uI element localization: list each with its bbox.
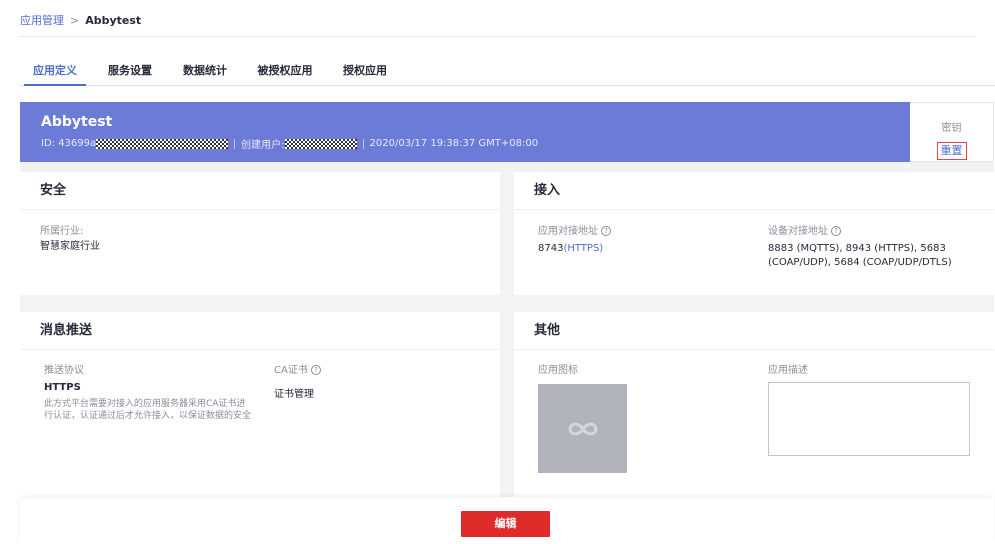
breadcrumb-separator: > <box>70 13 80 27</box>
device-address-label: 设备对接地址? <box>768 225 968 239</box>
access-title: 接入 <box>514 172 994 210</box>
breadcrumb-current: Abbytest <box>85 13 142 27</box>
app-meta: ID: 43699a 创建用户: 2020/03/17 19:38:37 GMT… <box>41 136 910 151</box>
footer-action-bar: 编辑 <box>20 498 994 544</box>
creator-label: 创建用户: <box>241 140 285 151</box>
security-title: 安全 <box>20 172 500 210</box>
app-icon-label: 应用图标 <box>538 365 578 376</box>
created-time: 2020/03/17 19:38:37 GMT+08:00 <box>369 138 539 149</box>
app-id-label: ID: 43699a <box>41 138 97 149</box>
app-description-label: 应用描述 <box>768 365 808 376</box>
secret-key-label: 密钥 <box>941 123 962 134</box>
push-protocol-label: 推送协议 <box>44 365 84 376</box>
security-card: 安全 所属行业: 智慧家庭行业 <box>20 172 500 295</box>
app-icon-image[interactable] <box>538 384 627 473</box>
tab-authorized-by-apps[interactable]: 被授权应用 <box>240 56 330 85</box>
secret-key-box: 密钥 重置 <box>910 102 994 162</box>
masked-creator <box>284 138 357 149</box>
masked-app-id <box>96 138 229 149</box>
cert-management-link[interactable]: 证书管理 <box>274 388 321 402</box>
push-protocol-description: 此方式平台需要对接入的应用服务器采用CA证书进行认证，认证通过后才允许接入，以保… <box>44 399 252 421</box>
access-card: 接入 应用对接地址? 8743(HTTPS) 设备对接地址? 8883 (MQT… <box>514 172 994 295</box>
message-push-card: 消息推送 推送协议 HTTPS 此方式平台需要对接入的应用服务器采用CA证书进行… <box>20 312 500 498</box>
breadcrumb: 应用管理 > Abbytest <box>20 12 141 28</box>
infinity-icon <box>567 422 598 435</box>
other-card: 其他 应用图标 应用描述 <box>514 312 994 498</box>
industry-label: 所属行业: <box>40 226 84 237</box>
app-address-label: 应用对接地址? <box>538 225 611 239</box>
question-circle-icon[interactable]: ? <box>310 365 321 375</box>
question-circle-icon[interactable]: ? <box>601 226 611 236</box>
tab-service-settings[interactable]: 服务设置 <box>90 56 170 85</box>
tab-bar: 应用定义 服务设置 数据统计 被授权应用 授权应用 <box>20 56 995 86</box>
message-push-title: 消息推送 <box>20 312 500 350</box>
tab-app-definition[interactable]: 应用定义 <box>20 56 90 86</box>
push-protocol-value: HTTPS <box>44 382 81 393</box>
tab-data-statistics[interactable]: 数据统计 <box>170 56 240 85</box>
other-title: 其他 <box>514 312 994 350</box>
industry-value: 智慧家庭行业 <box>40 241 100 252</box>
app-description-textarea[interactable] <box>768 382 970 456</box>
breadcrumb-app-management-link[interactable]: 应用管理 <box>20 12 64 28</box>
meta-divider <box>234 138 236 149</box>
top-divider <box>20 36 975 37</box>
https-link[interactable]: (HTTPS) <box>563 243 603 254</box>
device-address-value: 8883 (MQTTS), 8943 (HTTPS), 5683 (COAP/U… <box>768 243 952 268</box>
reset-key-button[interactable]: 重置 <box>936 142 967 160</box>
meta-divider <box>362 138 364 149</box>
edit-button[interactable]: 编辑 <box>461 511 550 537</box>
question-circle-icon[interactable]: ? <box>831 226 841 236</box>
app-address-value: 8743(HTTPS) <box>538 243 604 254</box>
ca-cert-label: CA证书? <box>274 364 321 378</box>
app-header-banner: Abbytest ID: 43699a 创建用户: 2020/03/17 19:… <box>20 102 910 162</box>
app-name: Abbytest <box>41 114 113 130</box>
tab-authorized-apps[interactable]: 授权应用 <box>330 56 400 85</box>
